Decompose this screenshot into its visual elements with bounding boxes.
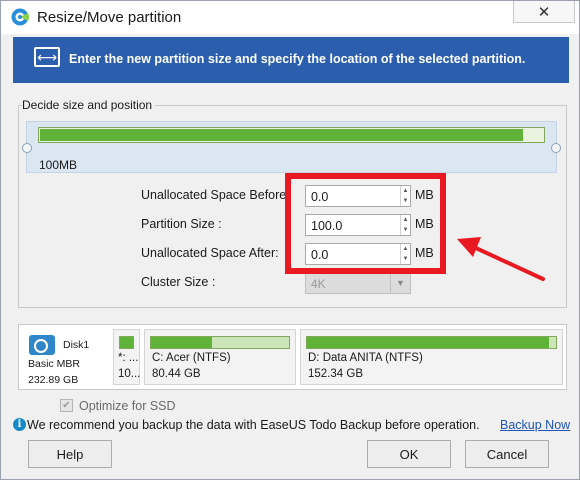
checkmark-icon: ✔: [62, 400, 71, 411]
app-icon: [11, 8, 29, 26]
partition-size-field-label: Partition Size :: [141, 217, 222, 231]
right-resize-handle[interactable]: [551, 143, 561, 153]
partition-usage-bar: [119, 336, 134, 349]
disk-info: Disk1 Basic MBR 232.89 GB: [23, 329, 109, 386]
partition-size-label: 100MB: [39, 158, 78, 172]
help-button[interactable]: Help: [28, 440, 112, 468]
partition-name: C: Acer (NTFS): [152, 352, 231, 364]
cancel-button-label: Cancel: [486, 446, 528, 462]
group-legend: Decide size and position: [22, 98, 156, 112]
partition-name: D: Data ANITA (NTFS): [308, 352, 423, 364]
backup-notice: We recommend you backup the data with Ea…: [27, 418, 480, 432]
partition-size: 152.34 GB: [308, 368, 363, 380]
close-icon: ✕: [537, 3, 551, 21]
unallocated-before-label: Unallocated Space Before:: [141, 188, 290, 202]
ok-button-label: OK: [399, 446, 419, 462]
close-button[interactable]: ✕: [513, 1, 575, 23]
left-resize-handle[interactable]: [22, 143, 32, 153]
partition-size: 10...: [118, 368, 141, 380]
partition-usage-fill: [120, 337, 133, 348]
annotation-arrow-icon: [457, 237, 545, 281]
title-bar: Resize/Move partition ✕: [1, 1, 579, 34]
partition-usage-bar: [306, 336, 557, 349]
cancel-button[interactable]: Cancel: [465, 440, 549, 468]
cluster-size-select[interactable]: 4K ▼: [305, 272, 411, 294]
partition-usage-bar: [150, 336, 290, 349]
optimize-ssd-checkbox[interactable]: ✔: [60, 399, 73, 412]
chevron-down-icon: ▼: [390, 273, 410, 293]
partition-block-c[interactable]: C: Acer (NTFS) 80.44 GB: [144, 329, 296, 385]
optimize-ssd-label: Optimize for SSD: [79, 399, 176, 413]
partition-block-d[interactable]: D: Data ANITA (NTFS) 152.34 GB: [300, 329, 563, 385]
partition-name: *: ...: [118, 352, 139, 364]
partition-bar[interactable]: [38, 127, 545, 143]
partition-usage-fill: [151, 337, 212, 348]
cluster-size-value: 4K: [311, 277, 326, 291]
disk-type: Basic MBR: [28, 358, 80, 370]
partition-used-fill: [40, 129, 523, 141]
window-title: Resize/Move partition: [37, 9, 182, 26]
info-icon: i: [13, 418, 26, 431]
backup-now-link[interactable]: Backup Now: [500, 418, 570, 432]
annotation-highlight-box: [285, 173, 446, 274]
ok-button[interactable]: OK: [367, 440, 451, 468]
partition-usage-fill: [307, 337, 549, 348]
help-button-label: Help: [56, 446, 84, 462]
hard-disk-icon: [29, 335, 55, 355]
partition-block-system[interactable]: *: ... 10...: [113, 329, 140, 385]
banner-text: Enter the new partition size and specify…: [69, 52, 526, 66]
resize-move-dialog: Resize/Move partition ✕ ⟷ Enter the new …: [0, 0, 580, 480]
partition-size: 80.44 GB: [152, 368, 201, 380]
disk-name: Disk1: [63, 339, 90, 351]
unallocated-after-label: Unallocated Space After:: [141, 246, 279, 260]
cluster-size-label: Cluster Size :: [141, 275, 216, 289]
instruction-banner: ⟷ Enter the new partition size and speci…: [13, 37, 569, 83]
disk-capacity: 232.89 GB: [28, 374, 79, 386]
resize-arrows-icon: ⟷: [34, 47, 60, 67]
